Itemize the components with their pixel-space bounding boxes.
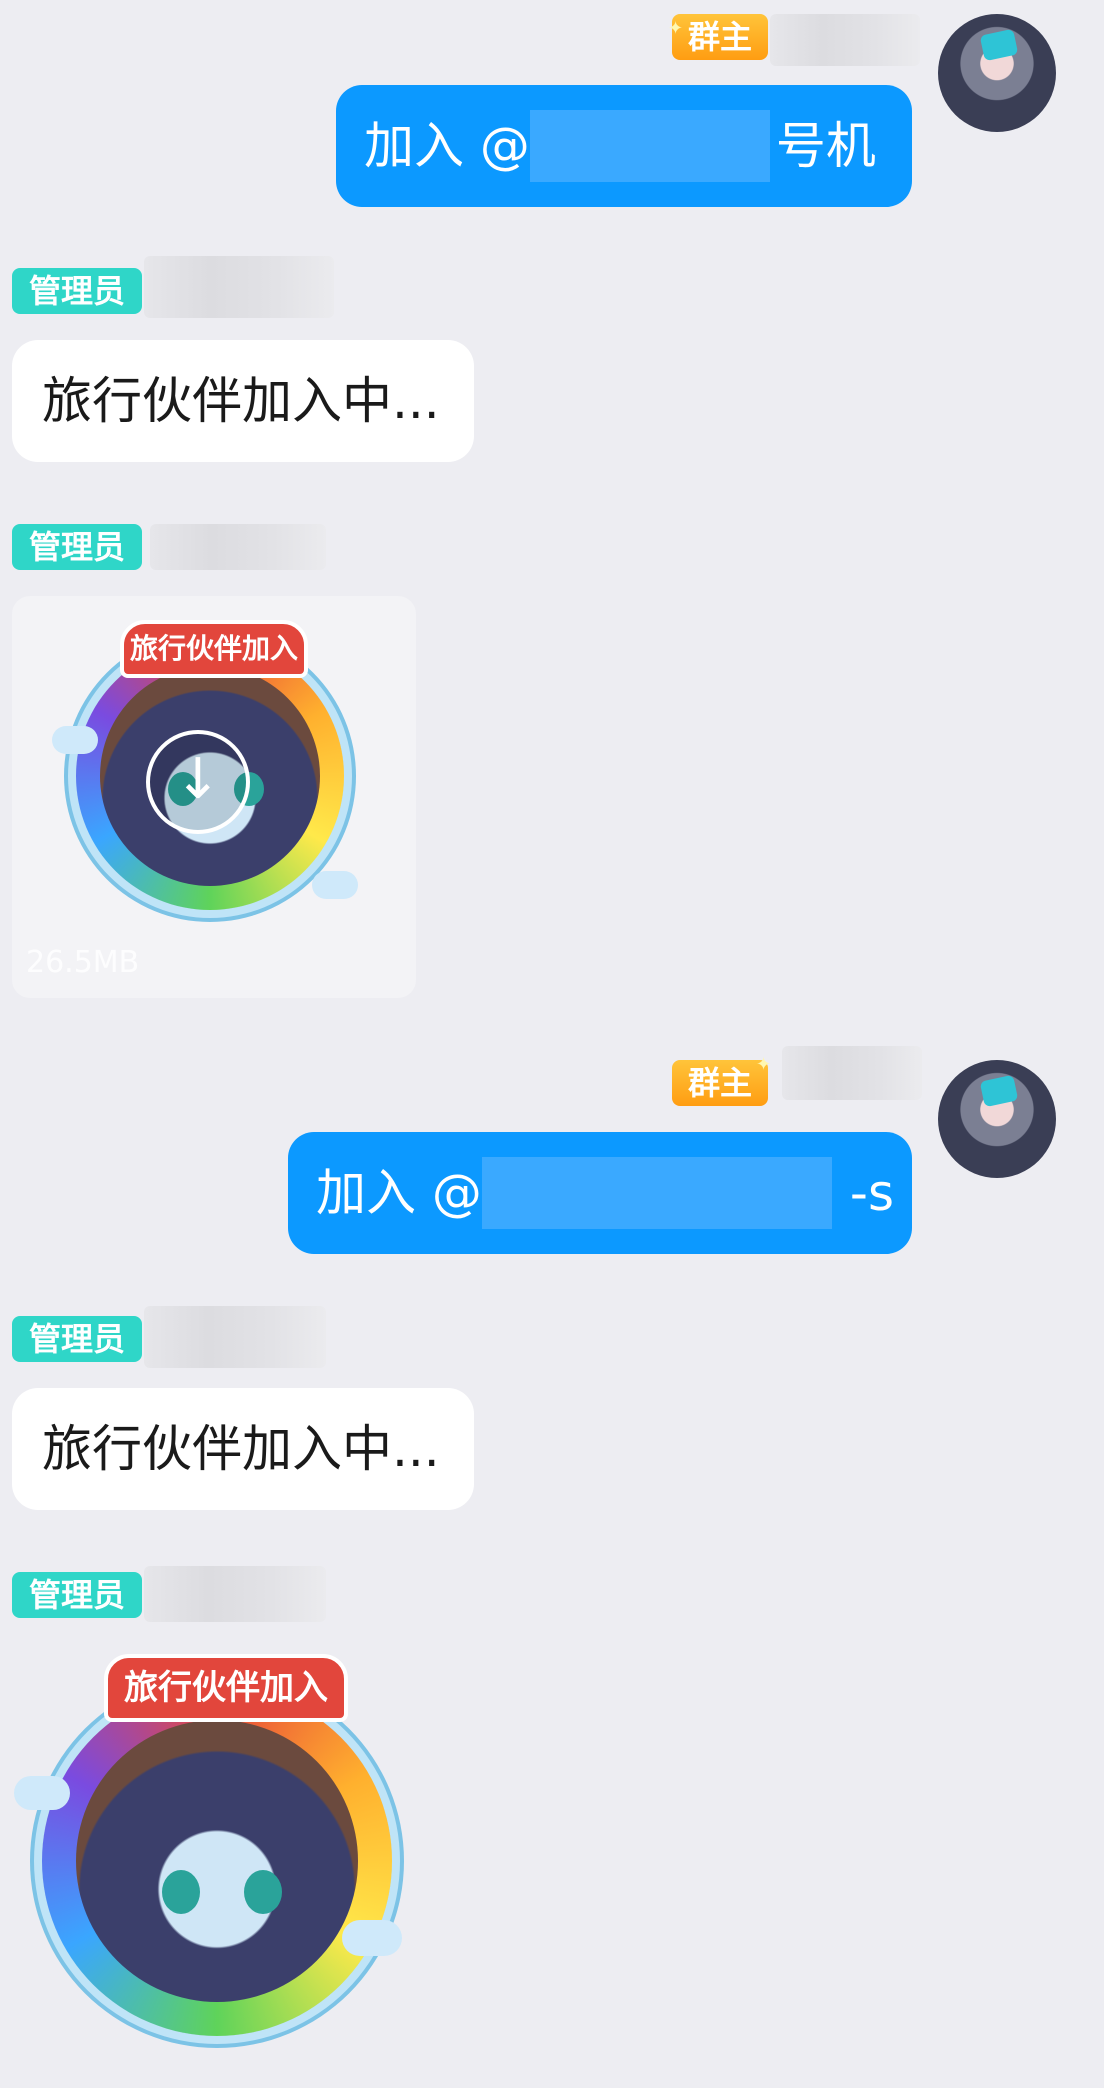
message-text-prefix: 加入 @ bbox=[364, 117, 530, 175]
admin-badge: 管理员 bbox=[12, 1572, 142, 1618]
avatar[interactable] bbox=[938, 1060, 1056, 1178]
sender-name-redacted bbox=[150, 524, 326, 570]
admin-badge: 管理员 bbox=[12, 524, 142, 570]
message-text-prefix: 加入 @ bbox=[316, 1164, 482, 1222]
owner-badge: 群主 ✦ bbox=[668, 14, 768, 60]
avatar[interactable] bbox=[938, 14, 1056, 132]
sender-name-redacted bbox=[144, 1566, 326, 1622]
admin-badge: 管理员 bbox=[12, 1316, 142, 1362]
message-text-suffix: -s bbox=[849, 1164, 894, 1222]
sender-name-redacted bbox=[144, 256, 334, 318]
admin-badge: 管理员 bbox=[12, 268, 142, 314]
message-text: 旅行伙伴加入中... bbox=[42, 372, 440, 430]
download-arrow-icon[interactable]: ↓ bbox=[146, 730, 250, 834]
message-bubble[interactable]: 加入 @ -s bbox=[288, 1132, 912, 1254]
sender-name-redacted bbox=[782, 1046, 922, 1100]
owner-badge: 群主 ✦ bbox=[672, 1056, 771, 1106]
file-size-label: 26.5MB bbox=[26, 945, 140, 980]
mention-redacted bbox=[529, 110, 770, 182]
mention-redacted bbox=[481, 1157, 832, 1229]
sticker-banner-text: 旅行伙伴加入 bbox=[104, 1654, 348, 1722]
sender-name-redacted bbox=[144, 1306, 326, 1368]
sender-name-redacted bbox=[770, 14, 920, 66]
sticker-image[interactable]: 旅行伙伴加入 bbox=[14, 1650, 412, 2050]
sticker-banner-text: 旅行伙伴加入 bbox=[120, 620, 308, 678]
message-text-suffix: 号机 bbox=[775, 117, 876, 175]
sticker-file-card[interactable]: 旅行伙伴加入 ↓ 26.5MB bbox=[12, 596, 416, 998]
message-bubble[interactable]: 加入 @ 号机 bbox=[336, 85, 912, 207]
message-text: 旅行伙伴加入中... bbox=[42, 1420, 440, 1478]
message-bubble[interactable]: 旅行伙伴加入中... bbox=[12, 340, 474, 462]
message-bubble[interactable]: 旅行伙伴加入中... bbox=[12, 1388, 474, 1510]
sparkle-icon: ✦ bbox=[668, 18, 684, 39]
sparkle-icon: ✦ bbox=[756, 1054, 772, 1075]
